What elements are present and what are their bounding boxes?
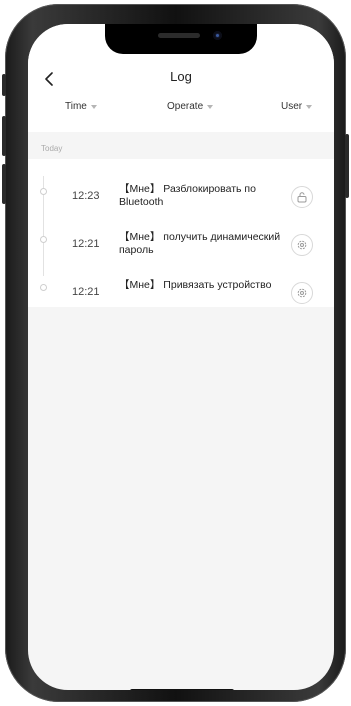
power-button xyxy=(345,134,349,198)
notch xyxy=(105,24,257,54)
speaker xyxy=(158,33,200,38)
mute-switch xyxy=(2,74,6,96)
camera xyxy=(213,31,222,40)
phone-frame: Log Time Operate User Today 12:23 【Мне】 … xyxy=(2,4,349,702)
log-entry[interactable]: 12:21 【Мне】 Привязать устройство xyxy=(28,270,334,318)
filter-time[interactable]: Time xyxy=(65,101,97,112)
log-time: 12:21 xyxy=(72,286,100,298)
caret-down-icon xyxy=(90,104,97,109)
filter-operate[interactable]: Operate xyxy=(167,101,214,112)
filter-time-label: Time xyxy=(65,101,87,112)
page-title: Log xyxy=(170,69,192,84)
settings-icon xyxy=(291,234,313,256)
caret-down-icon xyxy=(207,104,214,109)
log-time: 12:21 xyxy=(72,238,100,250)
log-entry[interactable]: 12:23 【Мне】 Разблокировать по Bluetooth xyxy=(28,174,334,222)
unlock-icon xyxy=(291,186,313,208)
timeline-dot xyxy=(40,236,47,243)
section-label-today: Today xyxy=(41,144,63,153)
log-text: 【Мне】 Разблокировать по Bluetooth xyxy=(119,183,256,208)
caret-down-icon xyxy=(306,104,313,109)
timeline-dot xyxy=(40,284,47,291)
settings-icon xyxy=(291,282,313,304)
log-list: 12:23 【Мне】 Разблокировать по Bluetooth … xyxy=(28,159,334,307)
filter-bar: Time Operate User xyxy=(28,101,334,121)
volume-down-button xyxy=(2,164,6,204)
log-entry[interactable]: 12:21 【Мне】 получить динамический пароль xyxy=(28,222,334,270)
filter-operate-label: Operate xyxy=(167,101,204,112)
timeline-dot xyxy=(40,188,47,195)
screen: Log Time Operate User Today 12:23 【Мне】 … xyxy=(28,24,334,690)
home-indicator[interactable] xyxy=(130,689,234,690)
filter-user[interactable]: User xyxy=(281,101,313,112)
log-time: 12:23 xyxy=(72,190,100,202)
filter-user-label: User xyxy=(281,101,303,112)
log-text: 【Мне】 получить динамический пароль xyxy=(119,231,281,256)
volume-up-button xyxy=(2,116,6,156)
log-text: 【Мне】 Привязать устройство xyxy=(119,279,272,291)
